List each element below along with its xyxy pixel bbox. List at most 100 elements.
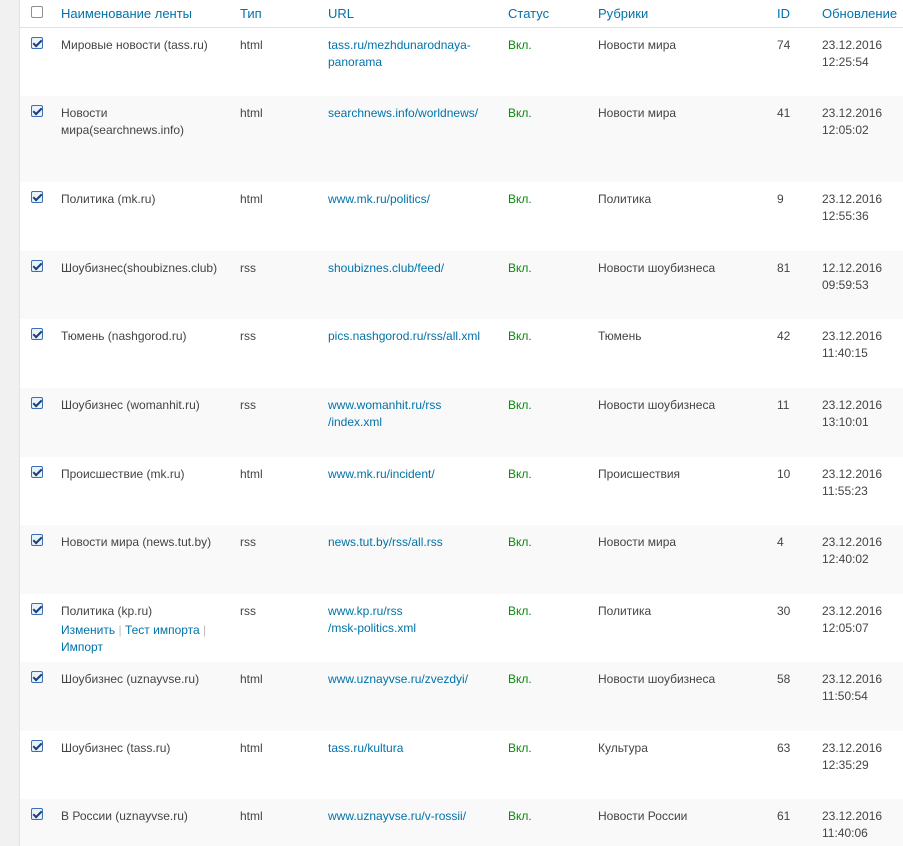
table-header-row: Наименование ленты Тип URL Статус Рубрик… xyxy=(20,0,903,27)
row-checkbox[interactable] xyxy=(30,36,43,49)
feed-status: Вкл. xyxy=(508,329,532,343)
updated-time: 12:55:36 xyxy=(822,209,869,223)
feed-url-line: www.womanhit.ru/rss xyxy=(328,398,442,412)
feed-id: 81 xyxy=(777,261,791,275)
feed-url-link[interactable]: www.womanhit.ru/rss/index.xml xyxy=(328,398,441,429)
feed-url-link[interactable]: www.mk.ru/politics/ xyxy=(328,192,430,206)
feeds-table: Наименование ленты Тип URL Статус Рубрик… xyxy=(20,0,903,846)
feed-url-link[interactable]: searchnews.info/worldnews/ xyxy=(328,106,478,120)
column-header-name[interactable]: Наименование ленты xyxy=(53,0,232,27)
table-row: Мировые новости (tass.ru) html tass.ru/m… xyxy=(20,27,903,96)
feed-url-link[interactable]: pics.nashgorod.ru/rss/all.xml xyxy=(328,329,480,343)
row-checkbox[interactable] xyxy=(30,466,43,478)
row-checkbox[interactable] xyxy=(30,397,43,409)
table-row: Происшествие (mk.ru) html www.mk.ru/inci… xyxy=(20,457,903,525)
table-row: Новости мира (news.tut.by) rss news.tut.… xyxy=(20,525,903,594)
feed-type: html xyxy=(240,467,263,481)
feed-url-link[interactable]: www.uznayvse.ru/v-rossii/ xyxy=(328,809,466,823)
select-all-checkbox[interactable] xyxy=(30,5,43,18)
column-header-id[interactable]: ID xyxy=(769,0,814,27)
feed-rubric: Происшествия xyxy=(598,467,681,481)
feed-status: Вкл. xyxy=(508,604,532,618)
feed-url-link[interactable]: shoubiznes.club/feed/ xyxy=(328,261,444,275)
feed-status: Вкл. xyxy=(508,192,532,206)
updated-time: 11:50:54 xyxy=(822,689,868,703)
feed-name: Происшествие (mk.ru) xyxy=(61,467,185,481)
row-checkbox[interactable] xyxy=(30,740,43,752)
feed-url-link[interactable]: www.mk.ru/incident/ xyxy=(328,467,435,481)
feed-status: Вкл. xyxy=(508,741,532,755)
column-header-updated[interactable]: Обновление xyxy=(814,0,903,27)
updated-time: 12:40:02 xyxy=(822,552,869,566)
row-checkbox[interactable] xyxy=(30,603,43,615)
table-row: Политика (kp.ru) Изменить | Тест импорта… xyxy=(20,594,903,662)
feed-updated: 23.12.2016 12:05:07 xyxy=(814,594,903,662)
updated-date: 23.12.2016 xyxy=(822,604,883,618)
row-checkbox[interactable] xyxy=(30,105,43,117)
updated-date: 23.12.2016 xyxy=(822,467,883,481)
feed-url-link[interactable]: tass.ru/mezhdunarodnaya-panorama xyxy=(328,38,471,69)
row-checkbox[interactable] xyxy=(30,671,43,683)
row-checkbox[interactable] xyxy=(30,808,43,820)
feed-id: 74 xyxy=(777,37,791,52)
table-row: Шоубизнес (womanhit.ru) rss www.womanhit… xyxy=(20,388,903,457)
column-header-rubrics[interactable]: Рубрики xyxy=(590,0,769,27)
feed-name: Тюмень (nashgorod.ru) xyxy=(61,329,187,343)
feed-rubric: Новости мира xyxy=(598,106,677,120)
feed-status: Вкл. xyxy=(508,37,532,52)
row-checkbox[interactable] xyxy=(30,534,43,546)
column-header-type[interactable]: Тип xyxy=(232,0,320,27)
row-checkbox[interactable] xyxy=(30,328,43,340)
feed-url-link[interactable]: tass.ru/kultura xyxy=(328,741,403,755)
feed-rubric: Новости шоубизнеса xyxy=(598,261,716,275)
updated-date: 23.12.2016 xyxy=(822,398,883,412)
feed-id: 9 xyxy=(777,192,784,206)
feed-url-link[interactable]: www.uznayvse.ru/zvezdyi/ xyxy=(328,672,468,686)
updated-date: 23.12.2016 xyxy=(822,329,883,343)
column-header-url[interactable]: URL xyxy=(320,0,500,27)
row-checkbox[interactable] xyxy=(30,260,43,272)
feed-url-line: /index.xml xyxy=(328,415,383,429)
select-all-cell xyxy=(20,0,53,27)
feed-type: html xyxy=(240,672,263,686)
updated-time: 09:59:53 xyxy=(822,278,869,292)
updated-time: 12:05:07 xyxy=(822,621,869,635)
feed-name: Новости мира (news.tut.by) xyxy=(61,535,212,549)
feed-url-link[interactable]: news.tut.by/rss/all.rss xyxy=(328,535,443,549)
feed-name-cell: Политика (kp.ru) Изменить | Тест импорта… xyxy=(53,594,232,662)
import-link[interactable]: Импорт xyxy=(61,640,103,654)
feed-name: Шоубизнес(shoubiznes.club) xyxy=(61,261,218,275)
column-header-status[interactable]: Статус xyxy=(500,0,590,27)
feed-url-line: panorama xyxy=(328,54,383,69)
feed-rubric: Новости шоубизнеса xyxy=(598,672,716,686)
table-row: Новости мира(searchnews.info) html search… xyxy=(20,96,903,182)
feed-id: 41 xyxy=(777,106,791,120)
feed-status: Вкл. xyxy=(508,261,532,275)
test-import-link[interactable]: Тест импорта xyxy=(125,623,200,637)
feed-name-line: Новости xyxy=(61,106,108,120)
edit-link[interactable]: Изменить xyxy=(61,623,115,637)
feed-status: Вкл. xyxy=(508,467,532,481)
feed-updated: 23.12.2016 11:50:54 xyxy=(814,662,903,731)
feed-updated: 23.12.2016 11:55:23 xyxy=(814,457,903,525)
row-checkbox[interactable] xyxy=(30,191,43,203)
feed-name-line: мира(searchnews.info) xyxy=(61,123,185,137)
row-actions: Изменить | Тест импорта | Импорт xyxy=(61,622,228,656)
updated-time: 12:05:02 xyxy=(822,123,869,137)
feed-name: Шоубизнес (womanhit.ru) xyxy=(61,398,200,412)
feed-id: 11 xyxy=(777,398,790,412)
updated-time: 11:55:23 xyxy=(822,484,868,498)
feed-type: html xyxy=(240,37,263,52)
updated-time: 12:25:54 xyxy=(822,54,869,69)
updated-time: 13:10:01 xyxy=(822,415,869,429)
feed-url-line: /msk-politics.xml xyxy=(328,621,417,635)
feed-id: 42 xyxy=(777,329,791,343)
feed-updated: 23.12.2016 11:40:15 xyxy=(814,319,903,388)
feed-name: Политика (mk.ru) xyxy=(61,192,156,206)
feed-status: Вкл. xyxy=(508,398,532,412)
feed-id: 10 xyxy=(777,467,791,481)
feed-updated: 23.12.2016 12:40:02 xyxy=(814,525,903,594)
feed-url-link[interactable]: www.kp.ru/rss/msk-politics.xml xyxy=(328,604,416,635)
feed-type: html xyxy=(240,106,263,120)
feed-updated: 23.12.2016 12:55:36 xyxy=(814,182,903,251)
